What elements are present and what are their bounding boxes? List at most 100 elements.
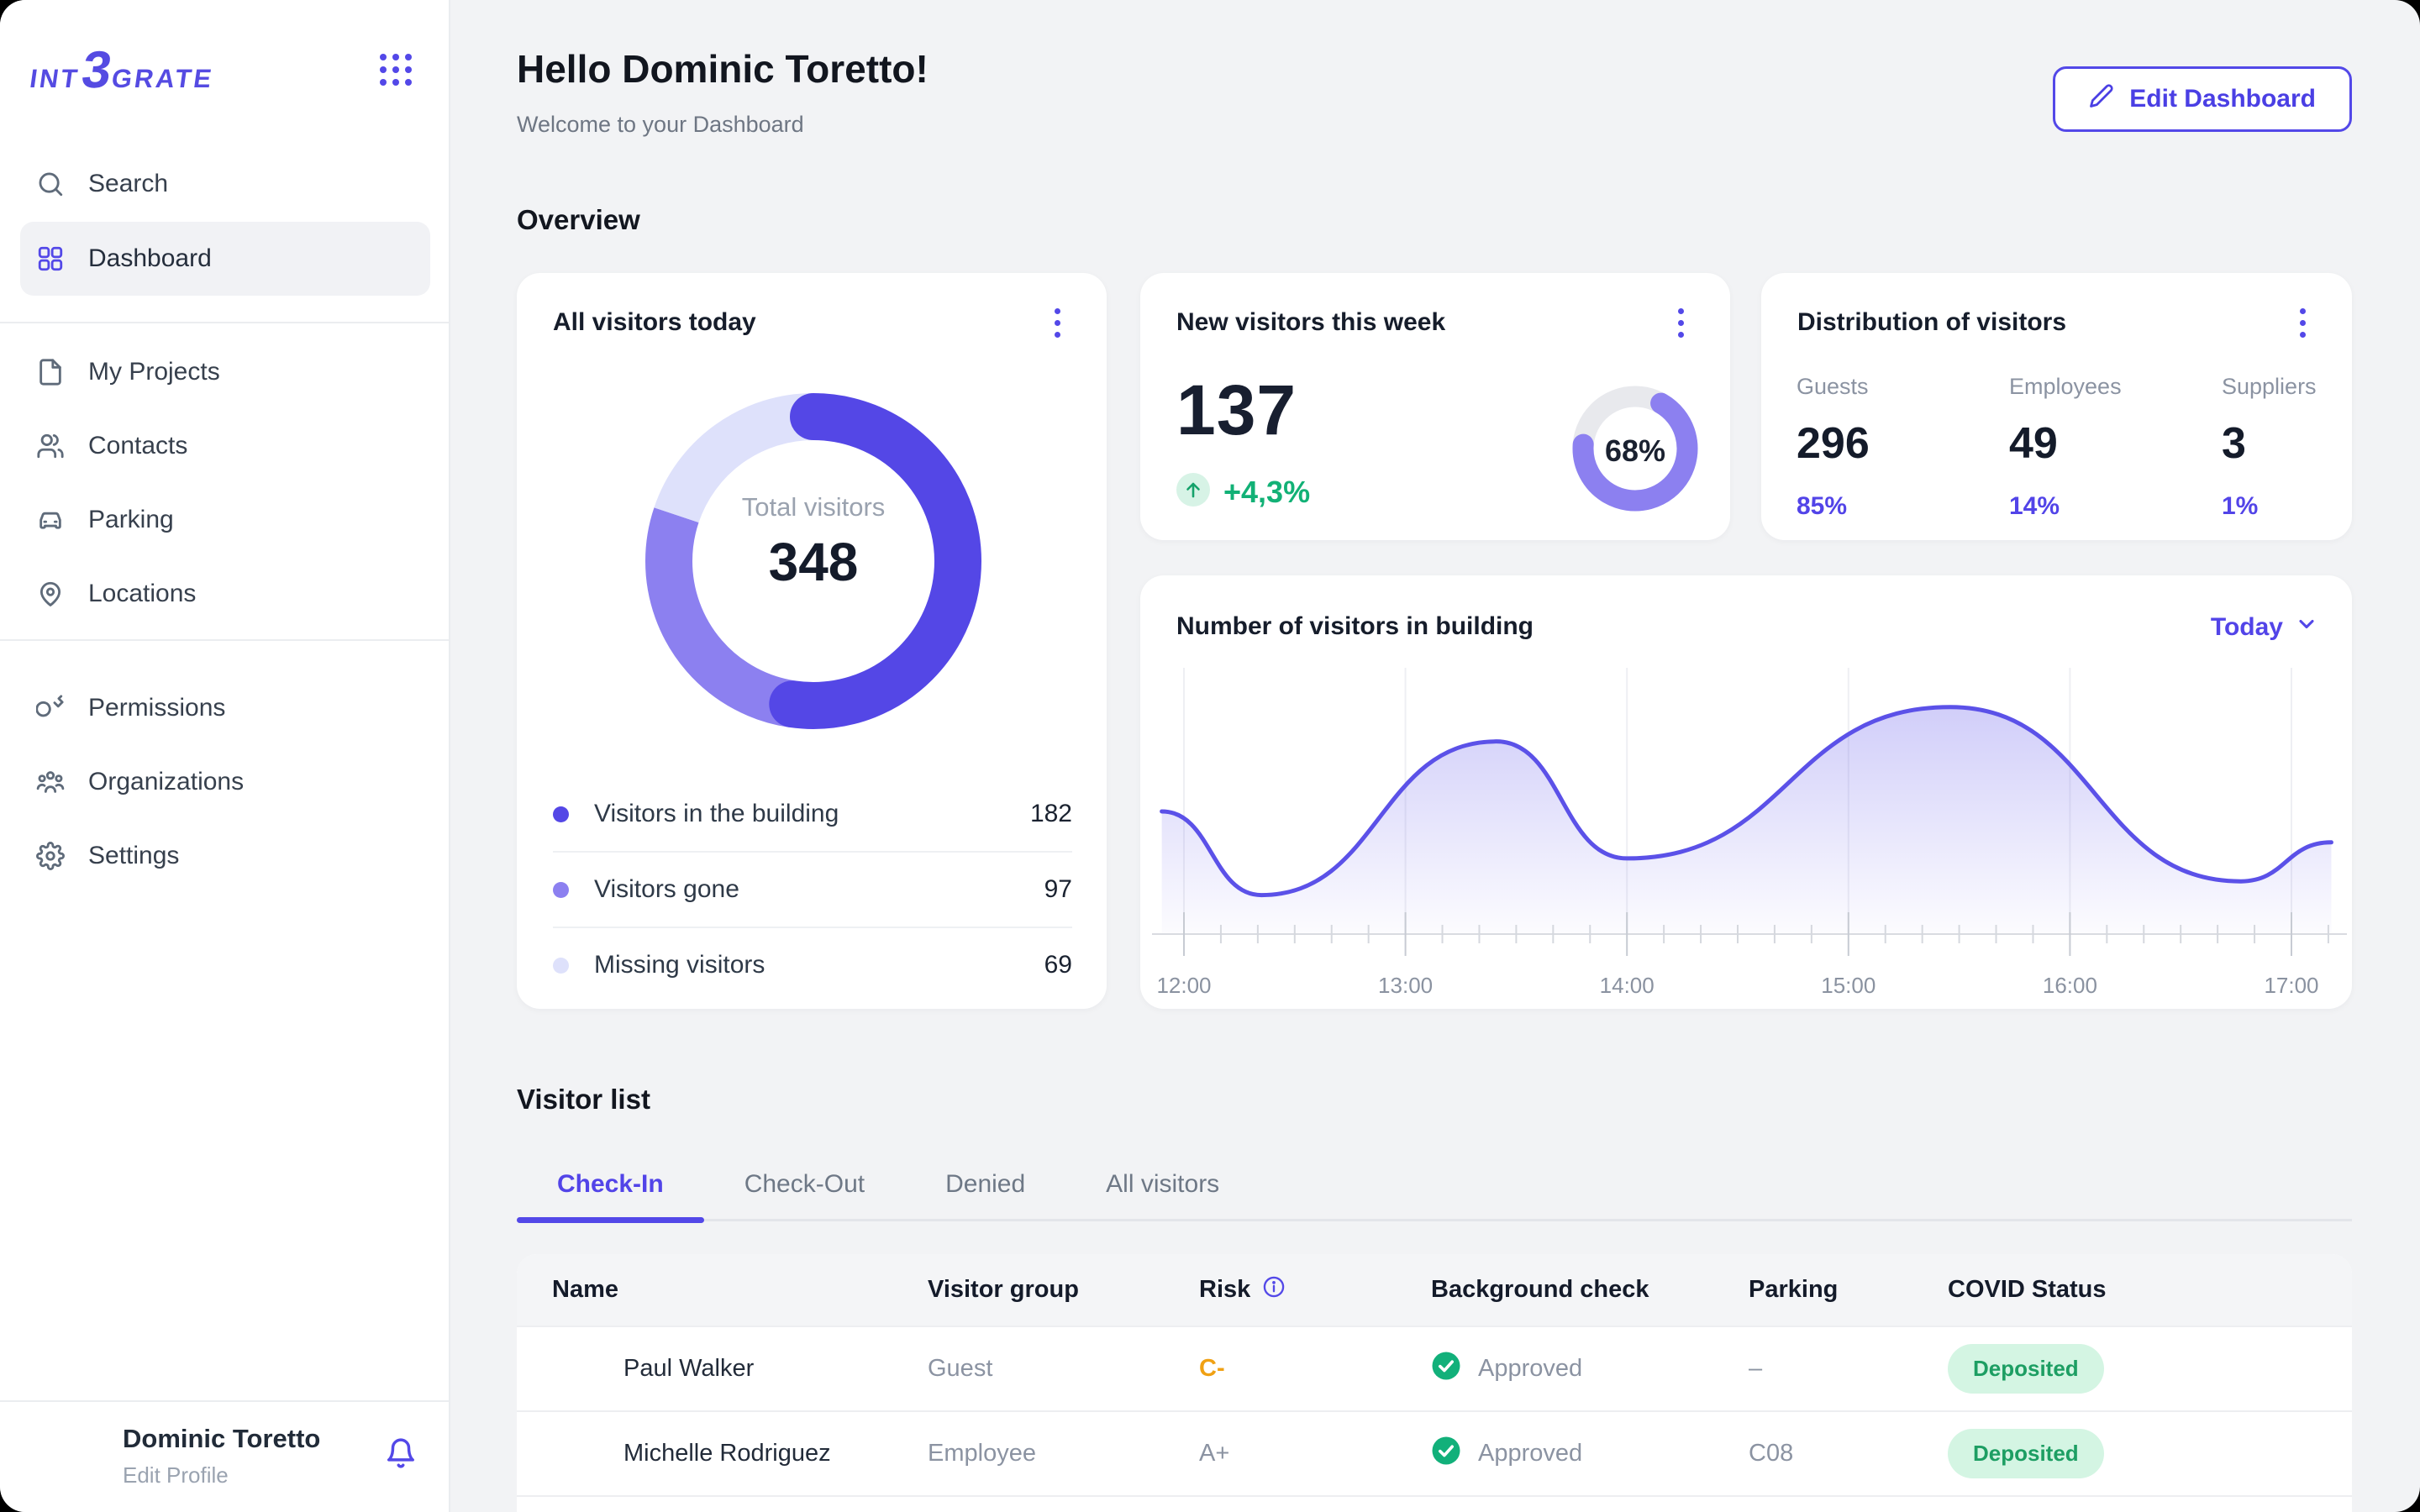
cell-background-check: Approved bbox=[1431, 1436, 1749, 1473]
donut-legend: Visitors in the building182Visitors gone… bbox=[553, 777, 1072, 1002]
distribution-percent: 14% bbox=[2009, 492, 2222, 521]
sidebar-item-organizations[interactable]: Organizations bbox=[0, 745, 450, 819]
app-window: INT 3 GRATE Search Dashboard My Projects… bbox=[0, 0, 2420, 1512]
key-icon bbox=[36, 694, 65, 722]
table-body: Paul WalkerGuestC-Approved–DepositedMich… bbox=[517, 1326, 2352, 1512]
column-header-name: Name bbox=[552, 1276, 928, 1304]
visitors-donut-chart: Total visitors 348 bbox=[645, 393, 981, 729]
user-name: Dominic Toretto bbox=[123, 1424, 320, 1454]
tab-denied[interactable]: Denied bbox=[905, 1149, 1065, 1219]
kebab-menu-icon[interactable] bbox=[2286, 304, 2319, 341]
column-header-risk: Risk bbox=[1199, 1275, 1431, 1305]
column-header-covid-status: COVID Status bbox=[1948, 1276, 2352, 1304]
legend-value: 97 bbox=[1044, 875, 1072, 904]
legend-row: Visitors in the building182 bbox=[553, 777, 1072, 851]
background-check-status: Approved bbox=[1478, 1440, 1582, 1467]
logo[interactable]: INT 3 GRATE bbox=[31, 34, 215, 108]
tab-check-out[interactable]: Check-Out bbox=[704, 1149, 905, 1219]
table-row-michelle-rodriguez[interactable]: Michelle RodriguezEmployeeA+ApprovedC08D… bbox=[517, 1410, 2352, 1495]
donut-center-value: 348 bbox=[645, 531, 981, 593]
sidebar-item-label: Settings bbox=[88, 842, 179, 870]
sidebar-item-my-projects[interactable]: My Projects bbox=[0, 335, 450, 409]
area-chart: 12:00 13:00 14:00 15:00 16:00 17:00 bbox=[1140, 575, 2352, 1009]
tab-check-in[interactable]: Check-In bbox=[517, 1149, 704, 1219]
new-visitors-value: 137 bbox=[1176, 370, 1297, 451]
sidebar-item-dashboard[interactable]: Dashboard bbox=[20, 222, 430, 296]
distribution-columns: Guests29685%Employees4914%Suppliers31% bbox=[1797, 374, 2317, 521]
progress-ring: 68% bbox=[1571, 385, 1699, 512]
legend-dot bbox=[553, 882, 569, 898]
cell-visitor-group: Guest bbox=[928, 1355, 1199, 1383]
legend-value: 69 bbox=[1044, 951, 1072, 979]
distribution-value: 296 bbox=[1797, 418, 2009, 469]
donut-center: Total visitors 348 bbox=[645, 492, 981, 593]
edit-dashboard-label: Edit Dashboard bbox=[2129, 85, 2316, 113]
visitor-name: Michelle Rodriguez bbox=[623, 1440, 831, 1467]
legend-row: Visitors gone 97 bbox=[553, 853, 1072, 927]
kebab-menu-icon[interactable] bbox=[1664, 304, 1697, 341]
sidebar-item-search[interactable]: Search bbox=[0, 147, 450, 221]
table-row-paul-walker[interactable]: Paul WalkerGuestC-Approved–Deposited bbox=[517, 1326, 2352, 1410]
card-new-visitors-week: New visitors this week 137 +4,3% 68% bbox=[1140, 273, 1730, 540]
column-header-background-check: Background check bbox=[1431, 1276, 1749, 1304]
background-check-status: Approved bbox=[1478, 1355, 1582, 1383]
distribution-percent: 85% bbox=[1797, 492, 2009, 521]
notifications-bell-icon[interactable] bbox=[385, 1437, 417, 1473]
legend-label: Visitors gone bbox=[594, 875, 739, 904]
gear-icon bbox=[36, 842, 65, 870]
card-title: New visitors this week bbox=[1176, 308, 1445, 337]
x-axis-tick-label: 15:00 bbox=[1821, 973, 1876, 998]
sidebar-item-label: Dashboard bbox=[88, 244, 212, 273]
car-icon bbox=[36, 506, 65, 534]
x-axis-tick-label: 17:00 bbox=[2264, 973, 2318, 998]
card-visitors-in-building-chart: Number of visitors in building Today 12:… bbox=[1140, 575, 2352, 1009]
main-content: Hello Dominic Toretto! Welcome to your D… bbox=[517, 0, 2352, 1512]
legend-label: Missing visitors bbox=[594, 951, 765, 979]
distribution-percent: 1% bbox=[2222, 492, 2317, 521]
sidebar-item-locations[interactable]: Locations bbox=[0, 557, 450, 631]
sidebar-item-contacts[interactable]: Contacts bbox=[0, 409, 450, 483]
app-launcher-icon[interactable] bbox=[380, 54, 413, 87]
card-title: All visitors today bbox=[553, 308, 756, 337]
sidebar-item-parking[interactable]: Parking bbox=[0, 483, 450, 557]
column-header-visitor-group: Visitor group bbox=[928, 1276, 1199, 1304]
avatar bbox=[552, 1342, 605, 1395]
cell-name: Michelle Rodriguez bbox=[552, 1427, 928, 1480]
table-header-row: NameVisitor groupRiskBackground checkPar… bbox=[517, 1254, 2352, 1326]
distribution-column-suppliers: Suppliers 3 1% bbox=[2222, 374, 2317, 521]
kebab-menu-icon[interactable] bbox=[1040, 304, 1074, 341]
logo-text-3: 3 bbox=[79, 47, 114, 94]
sidebar-item-settings[interactable]: Settings bbox=[0, 819, 450, 893]
cell-parking: – bbox=[1749, 1355, 1948, 1383]
distribution-label: Suppliers bbox=[2222, 374, 2317, 400]
progress-percent-label: 68% bbox=[1571, 433, 1699, 469]
distribution-value: 49 bbox=[2009, 418, 2222, 469]
x-axis-tick-label: 12:00 bbox=[1156, 973, 1211, 998]
card-title: Distribution of visitors bbox=[1797, 308, 2066, 337]
distribution-value: 3 bbox=[2222, 418, 2317, 469]
section-title-overview: Overview bbox=[517, 204, 640, 236]
visitor-list-tabs: Check-InCheck-OutDeniedAll visitors bbox=[517, 1149, 2352, 1221]
pin-icon bbox=[36, 580, 65, 608]
sidebar-item-permissions[interactable]: Permissions bbox=[0, 671, 450, 745]
legend-dot bbox=[553, 806, 569, 822]
edit-profile-link[interactable]: Edit Profile bbox=[123, 1462, 229, 1488]
logo-wordmark: INT 3 GRATE bbox=[28, 47, 218, 94]
x-axis-tick-label: 13:00 bbox=[1378, 973, 1433, 998]
file-icon bbox=[36, 358, 65, 386]
tab-all-visitors[interactable]: All visitors bbox=[1065, 1149, 1260, 1219]
x-axis-tick-label: 16:00 bbox=[2043, 973, 2097, 998]
cell-background-check: Approved bbox=[1431, 1351, 1749, 1388]
donut-center-label: Total visitors bbox=[645, 492, 981, 522]
edit-dashboard-button[interactable]: Edit Dashboard bbox=[2053, 66, 2352, 132]
column-header-parking: Parking bbox=[1749, 1276, 1948, 1304]
cell-visitor-group: Employee bbox=[928, 1440, 1199, 1467]
info-icon[interactable] bbox=[1262, 1275, 1286, 1305]
visitor-name: Paul Walker bbox=[623, 1355, 754, 1383]
logo-text-post: GRATE bbox=[109, 64, 215, 94]
page-title: Hello Dominic Toretto! bbox=[517, 46, 929, 92]
x-axis-tick-label: 14:00 bbox=[1600, 973, 1655, 998]
user-profile[interactable]: Dominic Toretto Edit Profile bbox=[0, 1402, 449, 1512]
cell-parking: C08 bbox=[1749, 1440, 1948, 1467]
table-row[interactable] bbox=[517, 1495, 2352, 1512]
